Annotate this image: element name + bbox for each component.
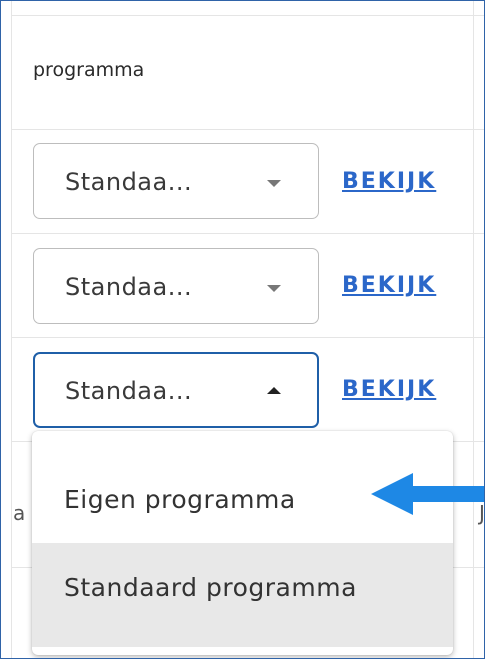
table-top-border	[11, 15, 484, 16]
table-left-border	[11, 1, 12, 658]
bekijk-link-row-3[interactable]: BEKIJK	[342, 377, 436, 402]
select-value: Standaa...	[65, 377, 193, 405]
clipped-cell-text: a	[13, 501, 26, 525]
row-divider	[11, 337, 484, 338]
bekijk-link-row-2[interactable]: BEKIJK	[342, 273, 436, 298]
program-dropdown-menu: Eigen programma Standaard programma	[32, 431, 453, 655]
row-divider	[11, 129, 484, 130]
program-select-row-1[interactable]: Standaa...	[33, 143, 319, 219]
column-header-programma: programma	[33, 59, 145, 81]
table-column-divider	[473, 1, 474, 658]
option-label: Standaard programma	[64, 573, 357, 602]
program-select-row-3[interactable]: Standaa...	[33, 352, 319, 428]
screenshot-frame: programma Standaa... BEKIJK Standaa... B…	[0, 0, 485, 659]
option-label: Eigen programma	[64, 485, 296, 514]
program-select-row-2[interactable]: Standaa...	[33, 248, 319, 324]
select-value: Standaa...	[65, 273, 193, 301]
caret-up-icon	[267, 387, 281, 394]
option-standaard-programma[interactable]: Standaard programma	[32, 543, 453, 647]
row-divider	[11, 233, 484, 234]
select-value: Standaa...	[65, 168, 193, 196]
caret-down-icon	[267, 285, 281, 292]
bekijk-link-row-1[interactable]: BEKIJK	[342, 169, 436, 194]
caret-down-icon	[267, 180, 281, 187]
annotation-arrow-icon	[371, 473, 484, 515]
